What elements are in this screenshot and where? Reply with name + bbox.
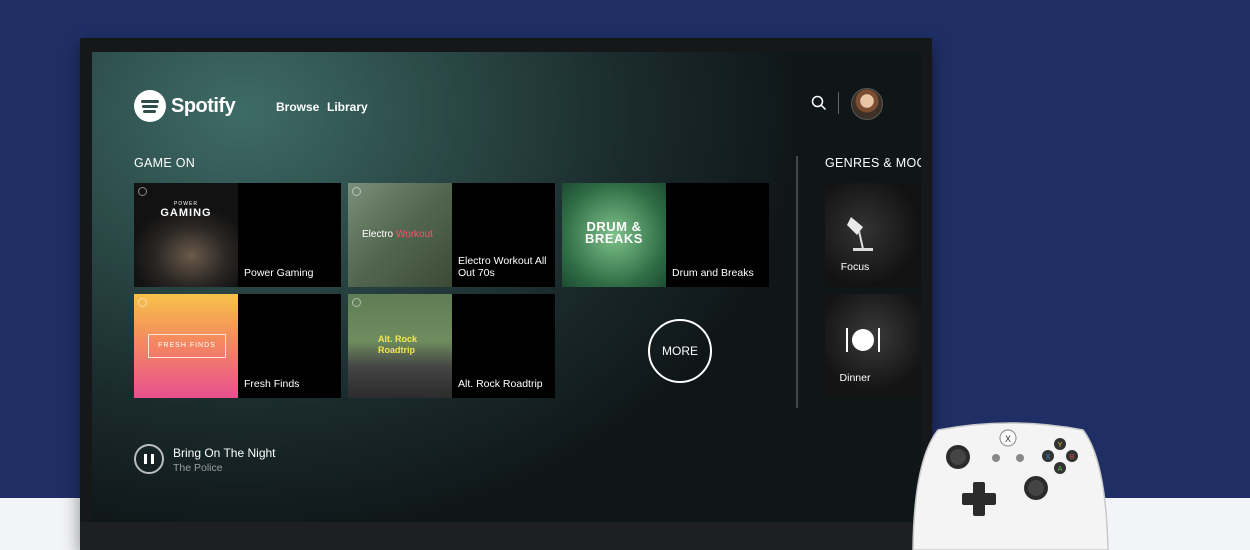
- pause-button[interactable]: [134, 444, 164, 474]
- section-title-game-on: GAME ON: [134, 156, 196, 170]
- art-text: Alt. Rock Roadtrip: [378, 334, 418, 355]
- art-text: FRESH FINDS: [148, 334, 226, 358]
- playlist-tile-alt-rock-roadtrip[interactable]: Alt. Rock Roadtrip Alt. Rock Roadtrip: [348, 294, 555, 398]
- playlist-label: Electro Workout All Out 70s: [458, 255, 547, 279]
- tv-screen: Spotify Browse Library GAME ON POWER GAM…: [92, 52, 921, 522]
- nav-browse[interactable]: Browse: [276, 100, 319, 114]
- spotify-logo-icon: [134, 90, 166, 122]
- playlist-art: DRUM & BREAKS: [562, 183, 666, 287]
- pause-icon-bar: [151, 454, 154, 464]
- svg-text:B: B: [1070, 454, 1075, 461]
- playlist-tile-drum-and-breaks[interactable]: DRUM & BREAKS Drum and Breaks: [562, 183, 769, 287]
- logo-text: Spotify: [171, 94, 236, 117]
- header-divider: [838, 92, 839, 114]
- art-text: Electro Workout: [362, 229, 433, 240]
- more-button[interactable]: MORE: [648, 319, 712, 383]
- playlist-label: Drum and Breaks: [672, 267, 754, 279]
- genre-tile-focus[interactable]: Focus: [825, 183, 921, 287]
- art-text: GAMING: [160, 207, 212, 219]
- tv-stand: [80, 522, 932, 550]
- genre-label: Dinner: [839, 372, 871, 384]
- now-playing-artist: The Police: [173, 462, 223, 474]
- xbox-controller: X Y X B A: [912, 422, 1109, 550]
- svg-text:X: X: [1046, 454, 1051, 461]
- svg-text:A: A: [1058, 466, 1063, 473]
- svg-text:X: X: [1005, 434, 1011, 444]
- playlist-tile-fresh-finds[interactable]: FRESH FINDS Fresh Finds: [134, 294, 341, 398]
- playlist-tile-electro-workout[interactable]: Electro Workout Electro Workout All Out …: [348, 183, 555, 287]
- spotify-badge-icon: [352, 298, 361, 307]
- spotify-badge-icon: [138, 298, 147, 307]
- playlist-art: Alt. Rock Roadtrip: [348, 294, 452, 398]
- now-playing-title: Bring On The Night: [173, 446, 276, 460]
- tv: Spotify Browse Library GAME ON POWER GAM…: [80, 38, 932, 550]
- playlist-label: Fresh Finds: [244, 378, 300, 390]
- avatar[interactable]: [851, 88, 883, 120]
- pause-icon: [144, 454, 147, 464]
- spotify-badge-icon: [138, 187, 147, 196]
- plate-icon: [843, 324, 883, 363]
- playlist-label: Power Gaming: [244, 267, 314, 279]
- svg-text:Y: Y: [1058, 442, 1063, 449]
- genre-tile-dinner[interactable]: Dinner: [825, 294, 921, 398]
- playlist-art: FRESH FINDS: [134, 294, 238, 398]
- playlist-art: Electro Workout: [348, 183, 452, 287]
- search-icon[interactable]: [810, 94, 828, 112]
- playlist-tile-power-gaming[interactable]: POWER GAMING Power Gaming: [134, 183, 341, 287]
- section-divider: [796, 156, 798, 408]
- lamp-icon: [843, 213, 877, 260]
- nav-library[interactable]: Library: [327, 100, 368, 114]
- playlist-art: POWER GAMING: [134, 183, 238, 287]
- spotify-logo[interactable]: Spotify: [134, 90, 236, 122]
- section-title-genres: GENRES & MOC: [825, 156, 921, 170]
- spotify-badge-icon: [352, 187, 361, 196]
- art-text: DRUM & BREAKS: [585, 219, 643, 246]
- playlist-label: Alt. Rock Roadtrip: [458, 378, 543, 390]
- genre-label: Focus: [840, 261, 870, 273]
